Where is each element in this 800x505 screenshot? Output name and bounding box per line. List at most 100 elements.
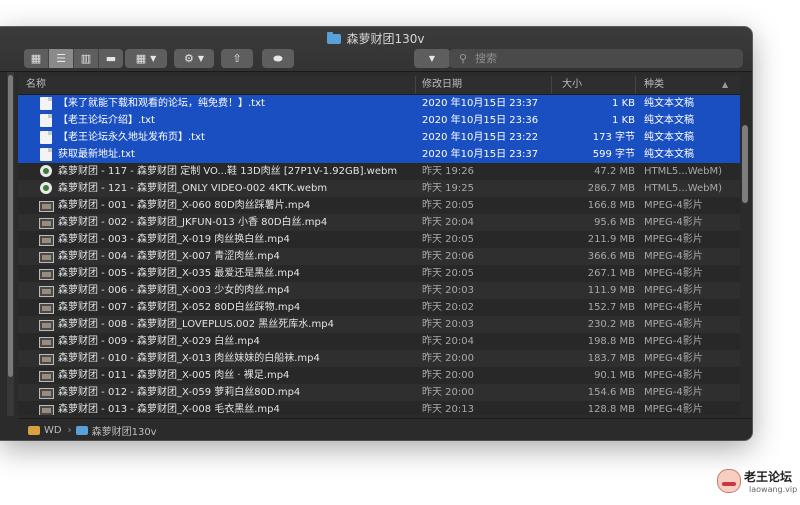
file-kind: MPEG-4影片 [644, 234, 703, 245]
column-kind[interactable]: 种类 [644, 76, 664, 94]
left-scrollbar[interactable] [7, 71, 14, 416]
path-root[interactable]: WD [44, 425, 62, 436]
file-kind: HTML5...WebM) [644, 166, 723, 177]
file-name: 森萝财团 - 004 - 森萝财团_X-007 青涩肉丝.mp4 [58, 251, 280, 262]
column-divider[interactable] [551, 76, 552, 94]
search-input[interactable] [473, 51, 728, 66]
file-name: 森萝财团 - 012 - 森萝财团_X-059 萝莉白丝80D.mp4 [58, 387, 301, 398]
file-size: 173 字节 [592, 132, 635, 143]
video-thumbnail-icon [39, 269, 54, 280]
video-thumbnail-icon [39, 405, 54, 415]
column-divider[interactable] [635, 76, 636, 94]
file-size: 286.7 MB [587, 183, 635, 194]
file-row[interactable]: 森萝财团 - 007 - 森萝财团_X-052 80D白丝踩物.mp4 昨天 20… [18, 299, 740, 316]
titlebar: 森萝财团130v ▦ ☰ ▥ ▬ ▦ ▼ ⚙ ▼ ⇧ ⬬ ▼ ⚲ [0, 27, 752, 72]
file-row[interactable]: 【来了就能下载和观看的论坛，纯免费！】.txt 2020 年10月15日 23:3… [18, 95, 740, 112]
file-row[interactable]: 【老王论坛永久地址发布页】.txt 2020 年10月15日 23:22 173 字… [18, 129, 740, 146]
file-date: 昨天 20:00 [422, 353, 474, 364]
file-size: 267.1 MB [587, 268, 635, 279]
icon-view-button[interactable]: ▦ [24, 49, 49, 68]
file-date: 昨天 20:00 [422, 370, 474, 381]
file-row[interactable]: 森萝财团 - 008 - 森萝财团_LOVEPLUS.002 黑丝死库水.mp4… [18, 316, 740, 333]
sort-ascending-icon: ▲ [722, 80, 729, 89]
file-name: 森萝财团 - 007 - 森萝财团_X-052 80D白丝踩物.mp4 [58, 302, 301, 313]
file-row[interactable]: 森萝财团 - 117 - 森萝财团 定制 VO...鞋 13D肉丝 [27P1V… [18, 163, 740, 180]
file-kind: MPEG-4影片 [644, 200, 703, 211]
file-row[interactable]: 获取最新地址.txt 2020 年10月15日 23:37 599 字节 纯文本文稿 [18, 146, 740, 163]
file-size: 152.7 MB [587, 302, 635, 313]
file-row[interactable]: 森萝财团 - 011 - 森萝财团_X-005 肉丝 · 裸足.mp4 昨天 20… [18, 367, 740, 384]
group-icon: ▦ [135, 52, 147, 65]
file-kind: 纯文本文稿 [644, 149, 694, 160]
file-kind: 纯文本文稿 [644, 115, 694, 126]
list-view-icon: ☰ [56, 52, 66, 65]
file-size: 1 KB [612, 115, 635, 126]
file-row[interactable]: 森萝财团 - 009 - 森萝财团_X-029 白丝.mp4 昨天 20:04 19… [18, 333, 740, 350]
vertical-scrollbar-thumb[interactable] [742, 125, 748, 203]
file-row[interactable]: 森萝财团 - 006 - 森萝财团_X-003 少女的肉丝.mp4 昨天 20:0… [18, 282, 740, 299]
file-name: 【老王论坛介绍】.txt [58, 115, 155, 126]
vertical-scrollbar[interactable] [741, 95, 749, 415]
finder-window: 森萝财团130v ▦ ☰ ▥ ▬ ▦▼ ⚙▼ ⇧ ⬬ ▼ ⚲ 名称 修 [0, 27, 752, 440]
file-name: 森萝财团 - 013 - 森萝财团_X-008 毛衣黑丝.mp4 [58, 404, 280, 415]
column-size[interactable]: 大小 [562, 76, 582, 94]
file-name: 森萝财团 - 117 - 森萝财团 定制 VO...鞋 13D肉丝 [27P1V… [58, 166, 398, 177]
file-size: 183.7 MB [587, 353, 635, 364]
file-kind: MPEG-4影片 [644, 217, 703, 228]
file-name: 森萝财团 - 011 - 森萝财团_X-005 肉丝 · 裸足.mp4 [58, 370, 290, 381]
tag-button[interactable]: ⬬ [262, 49, 294, 68]
file-name: 森萝财团 - 003 - 森萝财团_X-019 肉丝换白丝.mp4 [58, 234, 290, 245]
video-thumbnail-icon [39, 354, 54, 365]
search-field[interactable]: ⚲ [449, 49, 743, 68]
file-name: 森萝财团 - 006 - 森萝财团_X-003 少女的肉丝.mp4 [58, 285, 290, 296]
file-kind: MPEG-4影片 [644, 370, 703, 381]
file-date: 昨天 20:04 [422, 217, 474, 228]
file-name: 森萝财团 - 010 - 森萝财团_X-013 肉丝妹妹的白船袜.mp4 [58, 353, 320, 364]
list-view-button[interactable]: ☰ [49, 49, 74, 68]
left-scrollbar-thumb[interactable] [8, 75, 13, 377]
file-date: 昨天 19:26 [422, 166, 474, 177]
column-view-button[interactable]: ▥ [74, 49, 99, 68]
text-file-icon [40, 114, 52, 127]
video-thumbnail-icon [39, 201, 54, 212]
file-row[interactable]: 森萝财团 - 010 - 森萝财团_X-013 肉丝妹妹的白船袜.mp4 昨天 2… [18, 350, 740, 367]
file-row[interactable]: 森萝财团 - 003 - 森萝财团_X-019 肉丝换白丝.mp4 昨天 20:0… [18, 231, 740, 248]
video-thumbnail-icon [39, 320, 54, 331]
file-kind: MPEG-4影片 [644, 285, 703, 296]
file-name: 森萝财团 - 121 - 森萝财团_ONLY VIDEO-002 4KTK.we… [58, 183, 328, 194]
group-by-button[interactable]: ▦ ▼ [125, 49, 167, 68]
mascot-icon [717, 469, 741, 493]
tag-icon: ⬬ [273, 52, 283, 65]
file-name: 森萝财团 - 005 - 森萝财团_X-035 最爱还是黑丝.mp4 [58, 268, 300, 279]
column-date[interactable]: 修改日期 [422, 76, 462, 94]
file-row[interactable]: 【老王论坛介绍】.txt 2020 年10月15日 23:36 1 KB 纯文本文稿 [18, 112, 740, 129]
file-date: 昨天 20:03 [422, 319, 474, 330]
file-name: 森萝财团 - 009 - 森萝财团_X-029 白丝.mp4 [58, 336, 260, 347]
gallery-view-icon: ▬ [105, 52, 117, 65]
file-size: 1 KB [612, 98, 635, 109]
path-folder[interactable]: 森萝财团130v [92, 423, 157, 438]
file-row[interactable]: 森萝财团 - 005 - 森萝财团_X-035 最爱还是黑丝.mp4 昨天 20:… [18, 265, 740, 282]
file-row[interactable]: 森萝财团 - 002 - 森萝财团_JKFUN-013 小香 80D白丝.mp4… [18, 214, 740, 231]
file-row[interactable]: 森萝财团 - 121 - 森萝财团_ONLY VIDEO-002 4KTK.we… [18, 180, 740, 197]
file-row[interactable]: 森萝财团 - 012 - 森萝财团_X-059 萝莉白丝80D.mp4 昨天 20… [18, 384, 740, 401]
column-divider[interactable] [415, 76, 416, 94]
file-date: 2020 年10月15日 23:22 [422, 132, 539, 143]
file-date: 昨天 20:05 [422, 268, 474, 279]
file-name: 森萝财团 - 002 - 森萝财团_JKFUN-013 小香 80D白丝.mp4 [58, 217, 328, 228]
file-date: 昨天 20:02 [422, 302, 474, 313]
text-file-icon [40, 97, 52, 110]
file-name: 森萝财团 - 008 - 森萝财团_LOVEPLUS.002 黑丝死库水.mp4 [58, 319, 334, 330]
file-row[interactable]: 森萝财团 - 001 - 森萝财团_X-060 80D肉丝踩薯片.mp4 昨天 2… [18, 197, 740, 214]
watermark-logo: 老王论坛 laowang.vip [717, 468, 797, 496]
file-size: 230.2 MB [587, 319, 635, 330]
action-button[interactable]: ⚙ ▼ [174, 49, 214, 68]
share-button[interactable]: ⇧ [221, 49, 253, 68]
gallery-view-button[interactable]: ▬ [99, 49, 123, 68]
file-row[interactable]: 森萝财团 - 004 - 森萝财团_X-007 青涩肉丝.mp4 昨天 20:06… [18, 248, 740, 265]
file-date: 昨天 20:13 [422, 404, 474, 415]
file-row[interactable]: 森萝财团 - 013 - 森萝财团_X-008 毛衣黑丝.mp4 昨天 20:13… [18, 401, 740, 415]
path-dropdown-button[interactable]: ▼ [414, 49, 450, 68]
file-size: 95.6 MB [594, 217, 635, 228]
column-name[interactable]: 名称 [26, 76, 46, 94]
